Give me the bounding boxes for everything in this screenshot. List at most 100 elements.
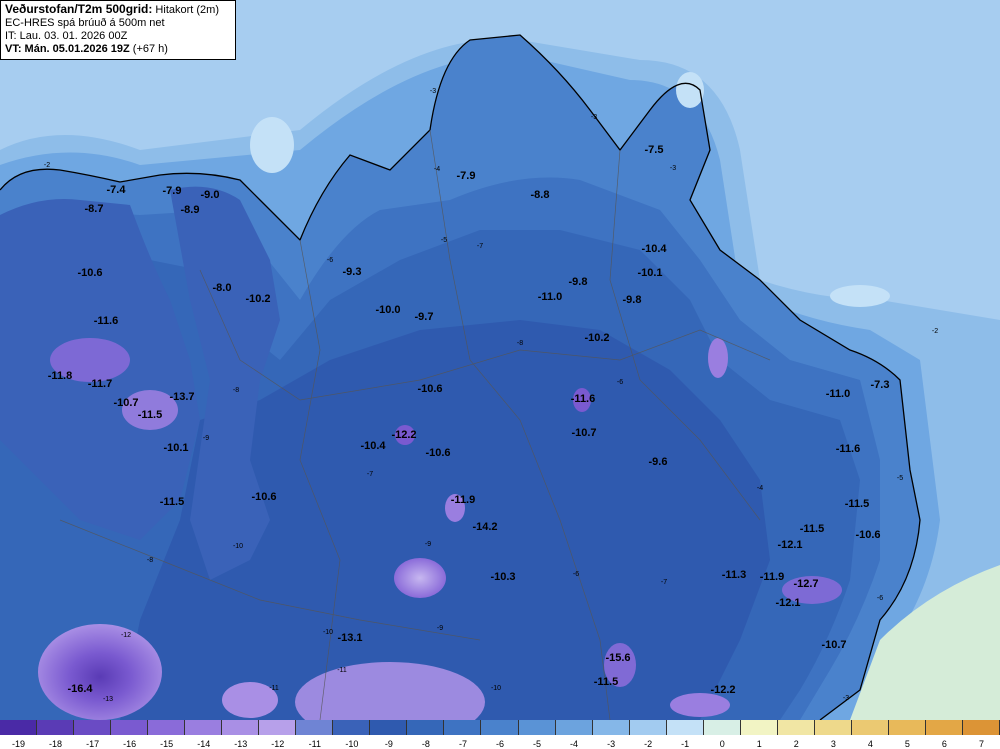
temperature-value-label: -11.6 <box>836 443 860 455</box>
temperature-value-label: -11.6 <box>571 393 595 405</box>
contour-value-label: -12 <box>121 632 131 639</box>
legend-swatch <box>185 720 223 735</box>
contour-value-label: -3 <box>670 165 676 172</box>
temperature-value-label: -11.5 <box>845 498 869 510</box>
temperature-value-label: -9.0 <box>201 189 220 201</box>
contour-value-label: -3 <box>843 695 849 702</box>
temperature-value-label: -10.6 <box>77 267 102 279</box>
legend-swatch <box>629 720 667 735</box>
legend-swatch <box>370 720 408 735</box>
temperature-value-label: -9.6 <box>649 456 668 468</box>
temperature-value-label: -7.5 <box>645 144 664 156</box>
cold-patch-center <box>394 558 446 598</box>
temperature-value-label: -8.8 <box>531 189 550 201</box>
contour-value-label: -9 <box>437 625 443 632</box>
contour-value-label: -4 <box>757 485 763 492</box>
contour-value-label: -8 <box>517 340 523 347</box>
cold-patch-s4 <box>670 693 730 717</box>
legend-swatch <box>888 720 926 735</box>
temperature-value-label: -10.6 <box>417 383 442 395</box>
contour-value-label: -7 <box>477 243 483 250</box>
temperature-value-label: -9.3 <box>343 266 362 278</box>
temperature-value-label: -11.0 <box>538 291 562 303</box>
temperature-value-label: -11.7 <box>88 378 112 390</box>
legend-swatch <box>296 720 334 735</box>
legend-swatch <box>148 720 186 735</box>
contour-value-label: -2 <box>44 162 50 169</box>
temperature-value-label: -11.5 <box>160 496 184 508</box>
temperature-value-label: -10.4 <box>641 243 667 255</box>
temperature-value-label: -9.8 <box>623 294 642 306</box>
cold-patch-sw <box>38 624 162 720</box>
temperature-value-label: -11.3 <box>722 569 746 581</box>
legend-swatch <box>222 720 260 735</box>
legend-swatch <box>333 720 371 735</box>
contour-value-label: -11 <box>269 685 279 692</box>
contour-value-label: -2 <box>932 328 938 335</box>
temperature-value-label: -10.7 <box>571 427 596 439</box>
temperature-value-label: -10.6 <box>855 529 880 541</box>
init-time: IT: Lau. 03. 01. 2026 00Z <box>5 30 128 42</box>
temperature-value-label: -7.9 <box>457 170 476 182</box>
contour-value-label: -3 <box>591 114 597 121</box>
legend-swatch <box>518 720 556 735</box>
temperature-value-label: -14.2 <box>472 521 497 533</box>
temperature-value-label: -12.1 <box>775 597 800 609</box>
temperature-value-label: -13.1 <box>337 632 362 644</box>
legend-swatch <box>851 720 889 735</box>
map-info-box: Veðurstofan/T2m 500grid: Hitakort (2m) E… <box>0 0 236 60</box>
contour-value-label: -8 <box>147 557 153 564</box>
legend-swatch <box>111 720 149 735</box>
contour-value-label: -11 <box>337 667 347 674</box>
temperature-value-label: -10.1 <box>637 267 662 279</box>
temperature-value-label: -10.4 <box>360 440 386 452</box>
legend-swatch <box>481 720 519 735</box>
legend-swatch <box>777 720 815 735</box>
contour-value-label: -7 <box>367 471 373 478</box>
legend-swatch <box>703 720 741 735</box>
contour-value-label: -7 <box>661 579 667 586</box>
contour-value-label: -9 <box>203 435 209 442</box>
contour-value-label: -9 <box>425 541 431 548</box>
temperature-value-label: -13.7 <box>169 391 194 403</box>
temperature-value-label: -12.7 <box>793 578 818 590</box>
temperature-value-label: -10.7 <box>821 639 846 651</box>
temperature-value-label: -8.9 <box>181 204 200 216</box>
temperature-value-label: -11.6 <box>94 315 118 327</box>
contour-value-label: -10 <box>233 543 243 550</box>
temperature-value-label: -7.9 <box>163 185 182 197</box>
temperature-value-label: -9.8 <box>569 276 588 288</box>
contour-value-label: -3 <box>430 88 436 95</box>
model-line: EC-HRES spá brúuð á 500m net <box>5 17 165 29</box>
temperature-value-label: -9.7 <box>415 311 434 323</box>
contour-value-label: -6 <box>573 571 579 578</box>
temperature-value-label: -12.2 <box>710 684 735 696</box>
legend-swatch <box>37 720 75 735</box>
temperature-value-label: -10.2 <box>584 332 609 344</box>
ocean-blob-2 <box>830 285 890 307</box>
contour-value-label: -5 <box>441 237 447 244</box>
contour-value-label: -13 <box>103 696 113 703</box>
legend-swatch <box>666 720 704 735</box>
temperature-value-label: -10.6 <box>251 491 276 503</box>
contour-value-label: -10 <box>323 629 333 636</box>
contour-value-label: -6 <box>327 257 333 264</box>
contour-value-label: -6 <box>617 379 623 386</box>
contour-value-label: -4 <box>434 166 440 173</box>
legend-swatch <box>814 720 852 735</box>
temperature-value-label: -10.1 <box>163 442 188 454</box>
color-legend: -19 -18 -17 -16 -15 -14 -13 -12 -11 -10 -9 -8 -7 -6 -5… <box>0 720 1000 749</box>
temperature-value-label: -11.5 <box>800 523 824 535</box>
lead-time: (+67 h) <box>129 43 168 55</box>
temperature-value-label: -7.4 <box>107 184 127 196</box>
legend-swatch <box>74 720 112 735</box>
legend-swatch <box>0 720 38 735</box>
temperature-value-label: -10.7 <box>113 397 138 409</box>
title-bold: Veðurstofan/T2m 500grid: <box>5 2 153 16</box>
temperature-value-label: -11.5 <box>594 676 618 688</box>
legend-swatch <box>555 720 593 735</box>
temperature-value-label: -11.5 <box>138 409 162 421</box>
temperature-value-label: -11.0 <box>826 388 850 400</box>
temperature-value-label: -10.0 <box>375 304 400 316</box>
temperature-value-label: -11.8 <box>48 370 72 382</box>
